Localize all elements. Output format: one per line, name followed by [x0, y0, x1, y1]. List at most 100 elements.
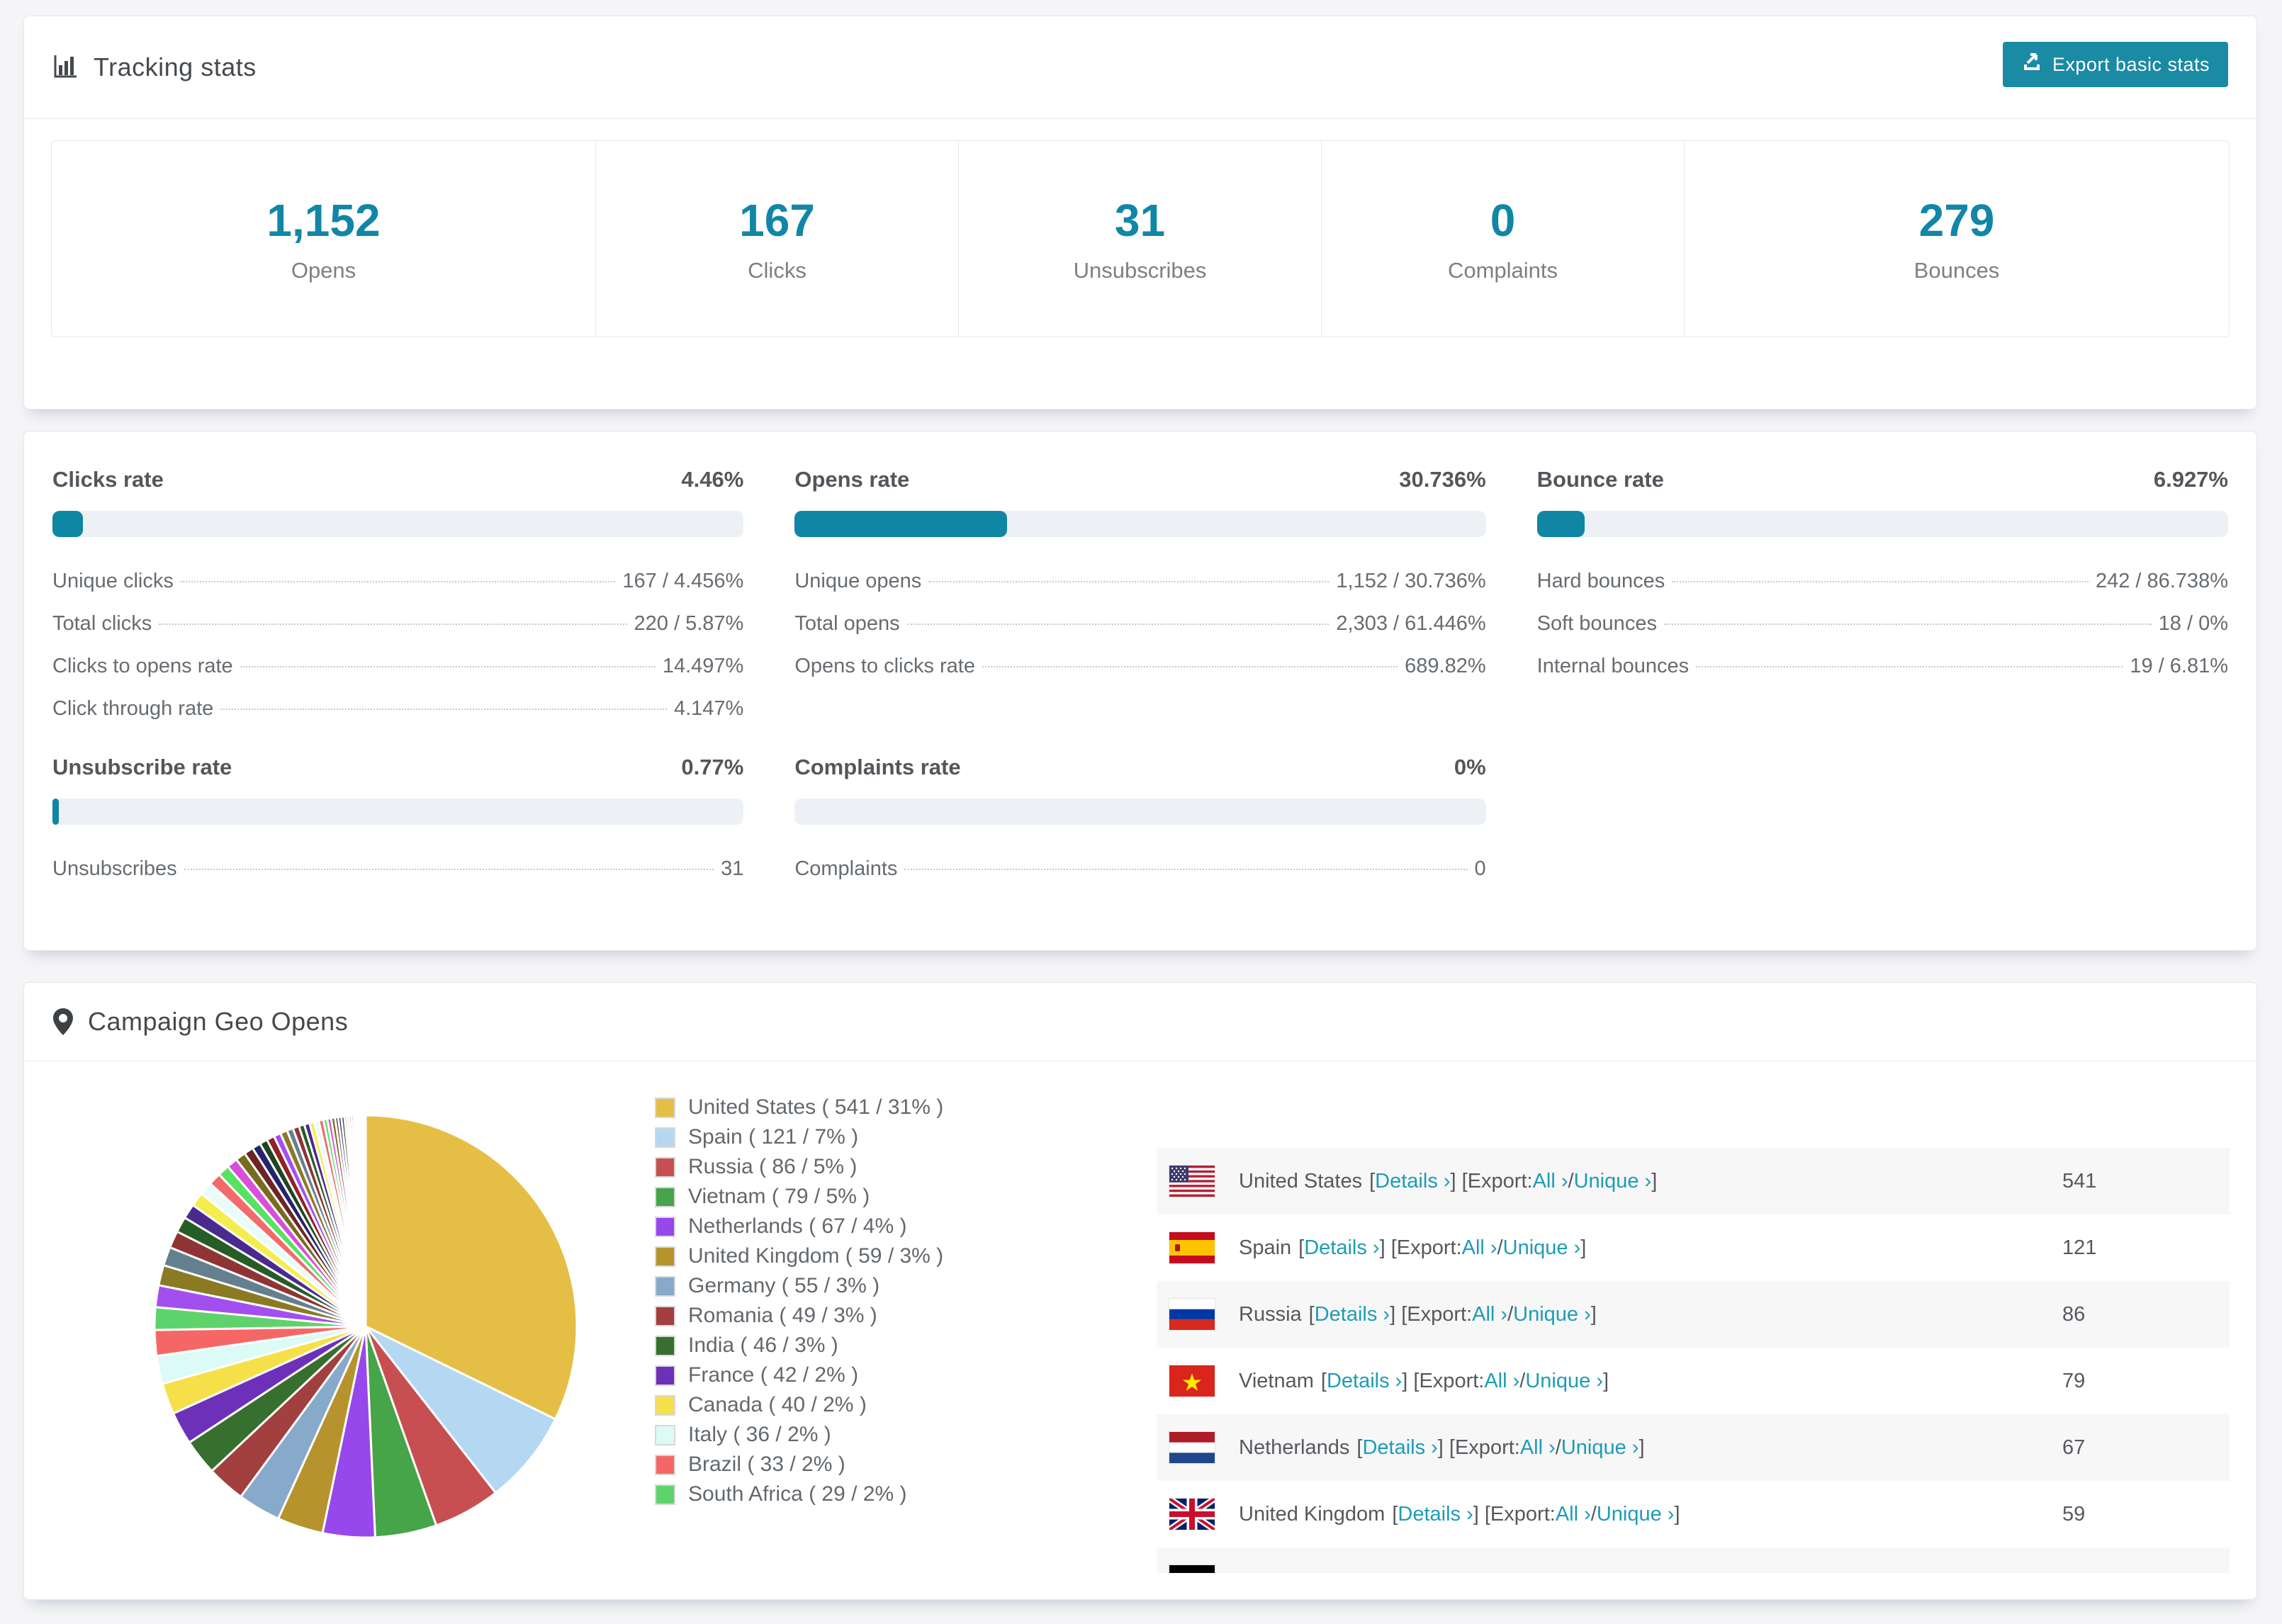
dotted-leader [928, 581, 1330, 582]
total-cell: 86 [2062, 1302, 2086, 1326]
legend-label: South Africa ( 29 / 2% ) [688, 1482, 907, 1506]
country-cell: Netherlands[Details ›] [Export: All › / … [1157, 1432, 2062, 1463]
legend-swatch [655, 1335, 675, 1356]
pie-slice-other[interactable] [364, 1114, 367, 1328]
legend-item-brazil[interactable]: Brazil ( 33 / 2% ) [655, 1450, 943, 1479]
rate-section-head: Bounce rate 6.927% [1537, 467, 2228, 492]
export-all-link[interactable]: All › [1533, 1170, 1568, 1193]
legend-item-canada[interactable]: Canada ( 40 / 2% ) [655, 1390, 943, 1420]
dotted-leader [1672, 581, 2089, 582]
rate-rows: Hard bounces 242 / 86.738% Soft bounces 18 … [1537, 570, 2228, 678]
rate-row: Opens to clicks rate 689.82% [794, 655, 1485, 678]
legend-item-vietnam[interactable]: Vietnam ( 79 / 5% ) [655, 1182, 943, 1212]
export-unique-link[interactable]: Unique › [1503, 1236, 1581, 1260]
legend-swatch [655, 1454, 675, 1475]
legend-item-united-states[interactable]: United States ( 541 / 31% ) [655, 1093, 943, 1122]
legend-item-india[interactable]: India ( 46 / 3% ) [655, 1331, 943, 1360]
us-flag-icon [1169, 1166, 1215, 1197]
country-name: Spain [1239, 1236, 1292, 1259]
export-unique-link[interactable]: Unique › [1597, 1503, 1675, 1526]
rate-row: Click through rate 4.147% [52, 697, 743, 721]
page-title: Tracking stats [94, 52, 257, 81]
stat-value: 167 [739, 195, 815, 246]
stat-label: Bounces [1913, 258, 2000, 283]
rate-row: Soft bounces 18 / 0% [1537, 612, 2228, 636]
legend-item-italy[interactable]: Italy ( 36 / 2% ) [655, 1420, 943, 1450]
rate-row-label: Total opens [794, 612, 900, 635]
rate-title: Complaints rate [794, 755, 961, 779]
stat-label: Unsubscribes [1073, 258, 1207, 283]
tracking-stats-card: Tracking stats Export basic stats 1,152 O… [23, 16, 2257, 410]
rate-section-head: Unsubscribe rate 0.77% [52, 755, 743, 780]
export-all-link[interactable]: All › [1462, 1236, 1497, 1260]
details-link[interactable]: Details › [1304, 1236, 1379, 1260]
rate-value: 6.927% [2153, 467, 2228, 492]
rate-section-head: Clicks rate 4.46% [52, 467, 743, 492]
total-cell: 59 [2062, 1502, 2086, 1526]
export-unique-link[interactable]: Unique › [1561, 1436, 1639, 1460]
legend-swatch [655, 1484, 675, 1505]
legend-item-france[interactable]: France ( 42 / 2% ) [655, 1360, 943, 1390]
legend-item-germany[interactable]: Germany ( 55 / 3% ) [655, 1271, 943, 1301]
stat-box-bounces: 279 Bounces [1685, 141, 2229, 337]
details-link[interactable]: Details › [1375, 1170, 1450, 1193]
export-unique-link[interactable]: Unique › [1513, 1303, 1591, 1326]
details-link[interactable]: Details › [1327, 1370, 1402, 1393]
rate-row-value: 31 [721, 857, 744, 880]
legend-item-south-africa[interactable]: South Africa ( 29 / 2% ) [655, 1479, 943, 1509]
rate-row-label: Total clicks [52, 612, 152, 635]
legend-item-netherlands[interactable]: Netherlands ( 67 / 4% ) [655, 1212, 943, 1241]
dotted-leader [906, 624, 1330, 625]
legend-label: Italy ( 36 / 2% ) [688, 1423, 831, 1446]
campaign-geo-opens-card: Campaign Geo Opens United States ( 541 /… [23, 982, 2257, 1600]
dotted-leader [184, 869, 714, 870]
country-cell: Spain[Details ›] [Export: All › / Unique… [1157, 1232, 2062, 1263]
legend-item-russia[interactable]: Russia ( 86 / 5% ) [655, 1152, 943, 1182]
export-unique-link[interactable]: Unique › [1574, 1170, 1652, 1193]
details-link[interactable]: Details › [1362, 1436, 1437, 1460]
rate-value: 4.46% [681, 467, 744, 492]
export-all-link[interactable]: All › [1484, 1370, 1519, 1393]
rate-row-value: 689.82% [1405, 655, 1486, 677]
export-icon [2021, 52, 2042, 78]
export-unique-link[interactable]: Unique › [1525, 1370, 1603, 1393]
dotted-leader [1696, 666, 2123, 667]
export-all-link[interactable]: All › [1520, 1436, 1556, 1460]
rate-rows: Unique opens 1,152 / 30.736% Total opens 2,… [794, 570, 1485, 678]
table-row-russia: Russia[Details ›] [Export: All › / Uniqu… [1157, 1281, 2230, 1348]
legend-item-romania[interactable]: Romania ( 49 / 3% ) [655, 1301, 943, 1331]
tracking-stats-header: Tracking stats Export basic stats [24, 16, 2256, 119]
dotted-leader [904, 869, 1468, 870]
export-all-link[interactable]: All › [1556, 1503, 1591, 1526]
rate-row-label: Click through rate [52, 697, 214, 720]
stat-box-clicks: 167 Clicks [596, 141, 959, 337]
details-link[interactable]: Details › [1398, 1503, 1473, 1526]
rate-title: Unsubscribe rate [52, 755, 232, 779]
rate-row: Unique clicks 167 / 4.456% [52, 570, 743, 593]
table-row-spain: Spain[Details ›] [Export: All › / Unique… [1157, 1214, 2230, 1281]
legend-swatch [655, 1275, 675, 1297]
es-flag-icon [1169, 1232, 1215, 1263]
legend-item-united-kingdom[interactable]: United Kingdom ( 59 / 3% ) [655, 1241, 943, 1271]
geo-opens-pie-chart [153, 1114, 578, 1539]
rate-row: Complaints 0 [794, 857, 1485, 881]
legend-label: United Kingdom ( 59 / 3% ) [688, 1244, 944, 1268]
country-cell: United States[Details ›] [Export: All › … [1157, 1166, 2062, 1197]
legend-item-spain[interactable]: Spain ( 121 / 7% ) [655, 1122, 943, 1152]
export-all-link[interactable]: All › [1472, 1303, 1507, 1326]
export-basic-stats-button[interactable]: Export basic stats [2002, 42, 2228, 87]
rate-section-unsubscribe-rate: Unsubscribe rate 0.77% Unsubscribes 31 [52, 755, 744, 881]
country-cell: United Kingdom[Details ›] [Export: All ›… [1157, 1499, 2062, 1530]
geo-header: Campaign Geo Opens [24, 983, 2256, 1061]
rate-title: Clicks rate [52, 467, 164, 492]
details-link[interactable]: Details › [1315, 1303, 1390, 1326]
total-cell: 541 [2062, 1169, 2097, 1192]
rate-row-label: Hard bounces [1536, 570, 1665, 592]
total-cell: 67 [2062, 1436, 2086, 1459]
rate-section-clicks-rate: Clicks rate 4.46% Unique clicks 167 / 4.456… [52, 467, 744, 721]
rate-section-head: Opens rate 30.736% [794, 467, 1485, 492]
rate-row: Total clicks 220 / 5.87% [52, 612, 743, 636]
table-row-united-kingdom: United Kingdom[Details ›] [Export: All ›… [1157, 1481, 2230, 1547]
country-cell: Vietnam[Details ›] [Export: All › / Uniq… [1157, 1365, 2062, 1397]
geo-table-header [1157, 1097, 2230, 1148]
